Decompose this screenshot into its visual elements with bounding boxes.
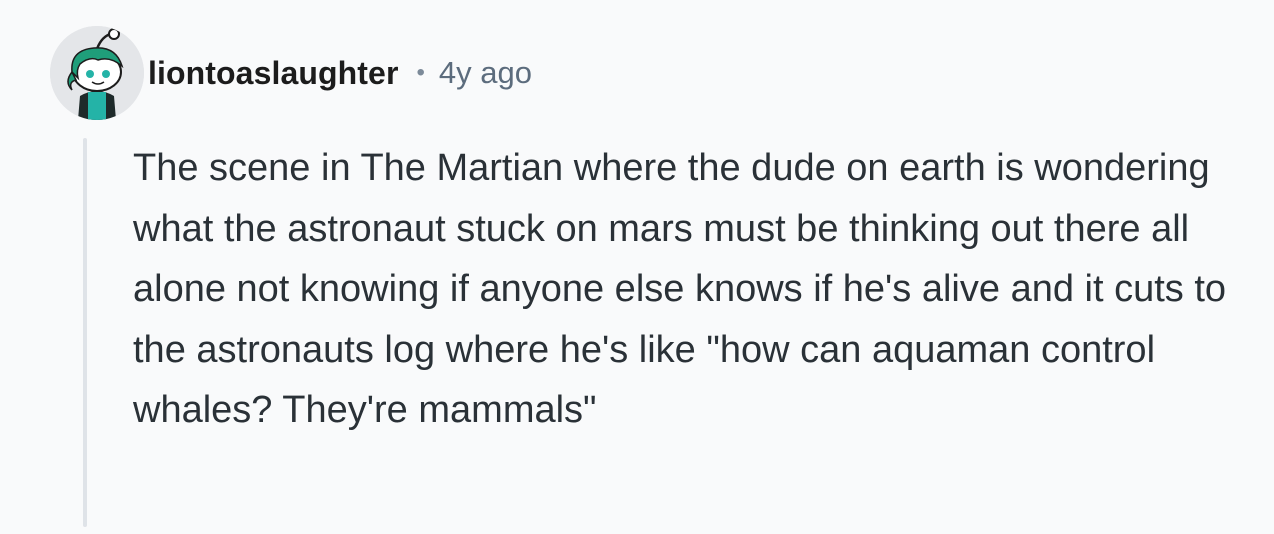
- comment: liontoaslaughter • 4y ago The scene in T…: [0, 0, 1274, 534]
- separator-dot: •: [416, 59, 425, 86]
- thread-line[interactable]: [83, 138, 87, 527]
- username-link[interactable]: liontoaslaughter: [148, 55, 399, 92]
- timestamp[interactable]: 4y ago: [439, 55, 532, 91]
- comment-header: liontoaslaughter • 4y ago: [50, 26, 532, 120]
- snoo-avatar-icon[interactable]: [50, 26, 144, 120]
- comment-body: The scene in The Martian where the dude …: [133, 147, 1227, 431]
